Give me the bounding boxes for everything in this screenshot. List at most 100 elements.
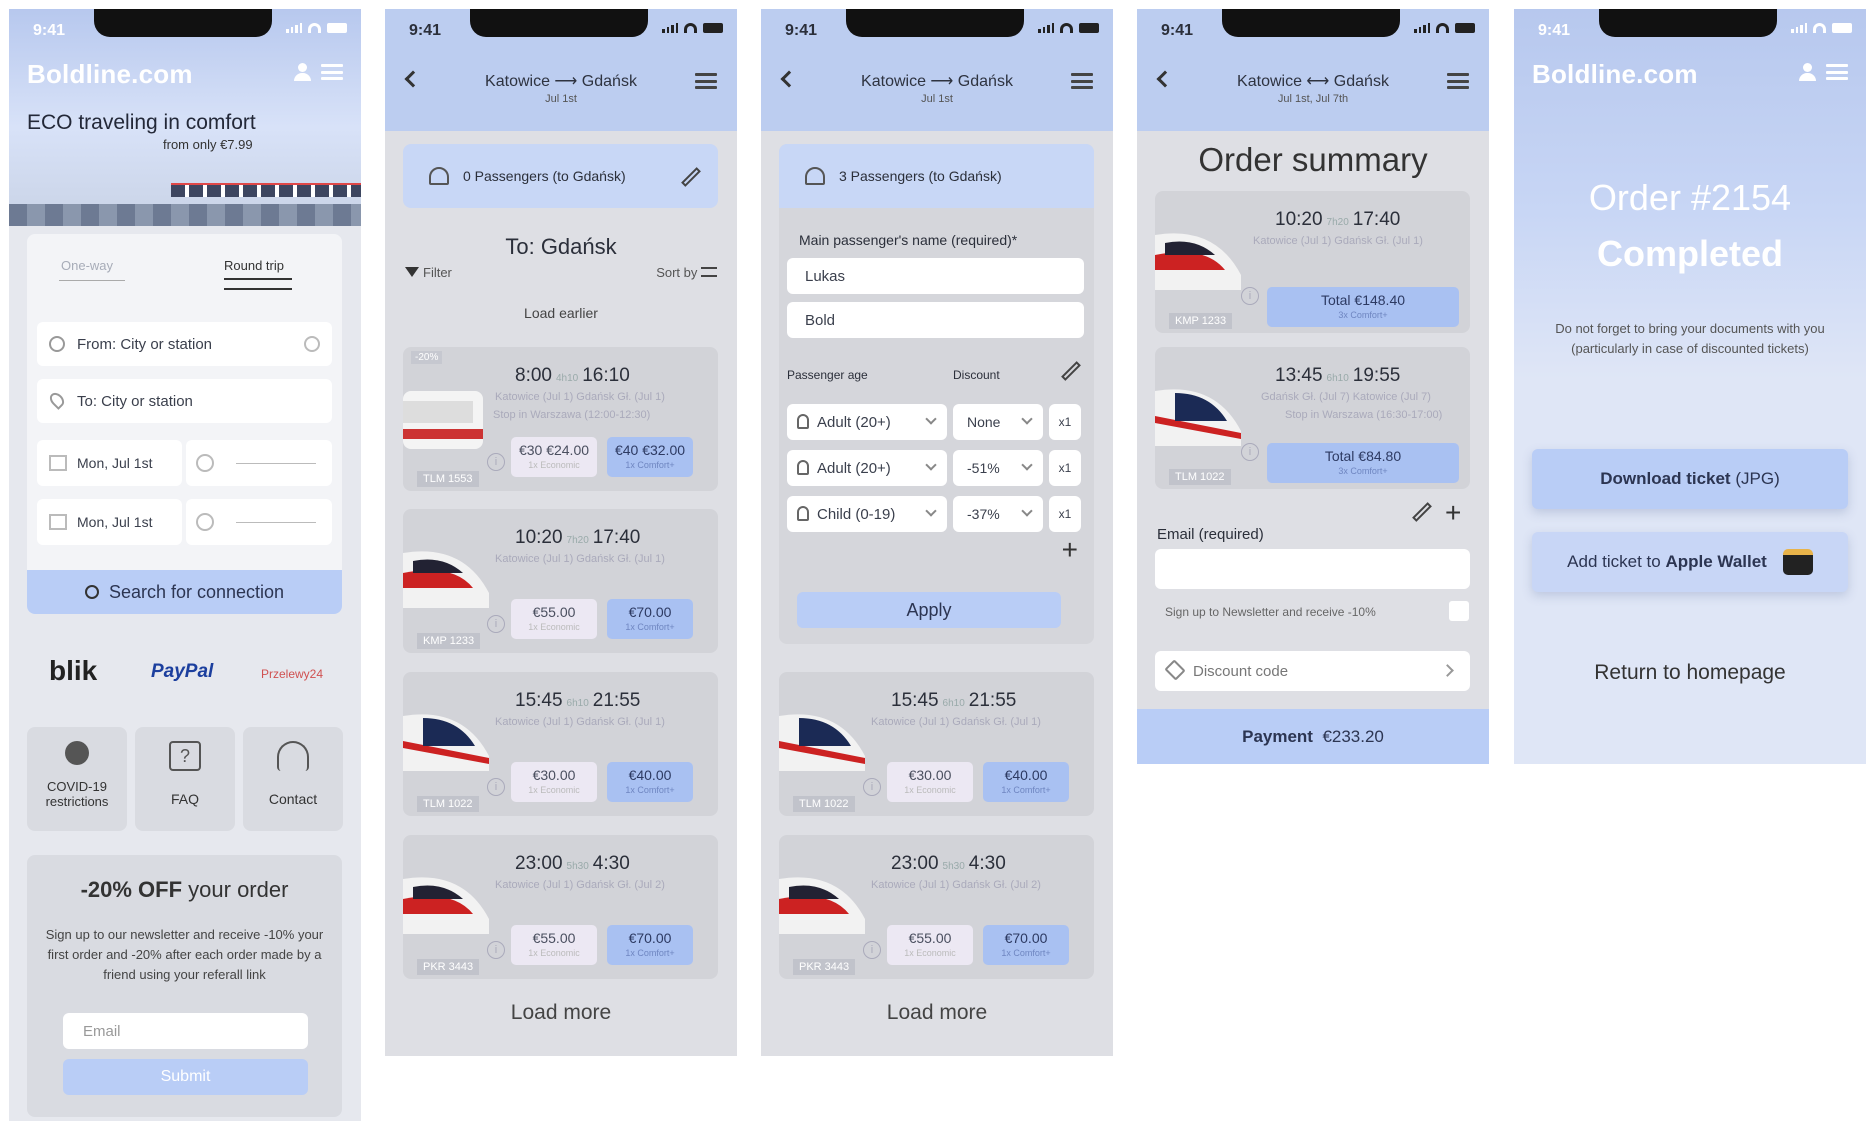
ticket-times: 10:20 7h20 17:40 bbox=[1275, 209, 1400, 231]
from-field[interactable]: From: City or station bbox=[37, 322, 332, 366]
account-icon[interactable] bbox=[294, 63, 311, 81]
quantity-value: x1 bbox=[1058, 461, 1072, 475]
locate-icon[interactable] bbox=[304, 336, 320, 352]
discount-select[interactable]: None bbox=[953, 404, 1043, 440]
train-card[interactable]: 15:45 6h10 21:55 Katowice (Jul 1) Gdańsk Gł… bbox=[779, 672, 1094, 816]
to-field[interactable]: To: City or station bbox=[37, 379, 332, 423]
covid-tile[interactable]: COVID-19 restrictions bbox=[27, 727, 127, 831]
comfort-fare-button[interactable]: €40 €32.00 1x Comfort+ bbox=[607, 437, 693, 477]
info-icon[interactable]: i bbox=[863, 778, 881, 796]
train-card[interactable]: -20% 8:00 4h10 16:10 Katowice (Jul 1) Gdańsk… bbox=[403, 347, 718, 491]
quantity-field[interactable]: x1 bbox=[1049, 404, 1081, 440]
comfort-fare-button[interactable]: €70.00 1x Comfort+ bbox=[607, 925, 693, 965]
first-name-input[interactable]: Lukas bbox=[787, 258, 1084, 294]
pencil-icon[interactable] bbox=[1061, 361, 1081, 381]
outbound-ticket[interactable]: 10:20 7h20 17:40 Katowice (Jul 1) Gdańsk G… bbox=[1155, 191, 1470, 333]
load-more-button[interactable]: Load more bbox=[761, 1001, 1113, 1025]
time-placeholder-line bbox=[236, 522, 316, 523]
train-card[interactable]: 15:45 6h10 21:55 Katowice (Jul 1) Gdańsk Gł… bbox=[403, 672, 718, 816]
departure-time: 13:45 bbox=[1275, 365, 1323, 386]
info-icon[interactable]: i bbox=[487, 615, 505, 633]
economic-fare-button[interactable]: €30.00 1x Economic bbox=[887, 762, 973, 802]
status-time: 9:41 bbox=[785, 22, 818, 39]
one-way-tab[interactable]: One-way bbox=[61, 258, 113, 273]
date-field-2[interactable]: Mon, Jul 1st bbox=[37, 499, 182, 545]
search-button[interactable]: Search for connection bbox=[27, 570, 342, 614]
account-icon[interactable] bbox=[1799, 63, 1816, 81]
logo[interactable]: Boldline.com bbox=[1532, 59, 1698, 90]
sort-button[interactable]: Sort by bbox=[656, 265, 717, 280]
comfort-price: €40 €32.00 bbox=[614, 442, 686, 458]
date-field-1[interactable]: Mon, Jul 1st bbox=[37, 440, 182, 486]
people-icon bbox=[429, 167, 449, 185]
economic-fare-button[interactable]: €30 €24.00 1x Economic bbox=[511, 437, 597, 477]
train-card[interactable]: 23:00 5h30 4:30 Katowice (Jul 1) Gdańsk Gł.… bbox=[779, 835, 1094, 979]
menu-icon[interactable] bbox=[321, 64, 343, 80]
payment-button[interactable]: Payment €233.20 bbox=[1137, 709, 1489, 764]
comfort-fare-button[interactable]: €70.00 1x Comfort+ bbox=[607, 599, 693, 639]
download-ticket-button[interactable]: Download ticket (JPG) bbox=[1532, 449, 1848, 509]
time-field-2[interactable] bbox=[186, 499, 332, 545]
train-card[interactable]: 23:00 5h30 4:30 Katowice (Jul 1) Gdańsk Gł.… bbox=[403, 835, 718, 979]
info-icon[interactable]: i bbox=[487, 778, 505, 796]
economic-fare-button[interactable]: €55.00 1x Economic bbox=[887, 925, 973, 965]
add-icon[interactable]: + bbox=[1445, 497, 1461, 529]
menu-icon[interactable] bbox=[695, 73, 717, 89]
menu-icon[interactable] bbox=[1447, 73, 1469, 89]
contact-tile[interactable]: Contact bbox=[243, 727, 343, 831]
round-trip-tab[interactable]: Round trip bbox=[224, 258, 284, 273]
arrival-time: 19:55 bbox=[1352, 365, 1401, 386]
info-icon[interactable]: i bbox=[487, 941, 505, 959]
age-select[interactable]: Child (0-19) bbox=[787, 496, 947, 532]
economic-fare-button[interactable]: €55.00 1x Economic bbox=[511, 599, 597, 639]
pencil-icon[interactable] bbox=[681, 167, 701, 187]
departure-time: 8:00 bbox=[515, 365, 552, 386]
menu-icon[interactable] bbox=[1071, 73, 1093, 89]
logo[interactable]: Boldline.com bbox=[27, 59, 193, 90]
comfort-fare-button[interactable]: €70.00 1x Comfort+ bbox=[983, 925, 1069, 965]
signal-icon bbox=[662, 23, 678, 33]
age-value: Adult (20+) bbox=[817, 459, 891, 477]
return-ticket[interactable]: 13:45 6h10 19:55 Gdańsk Gł. (Jul 7) Katowi… bbox=[1155, 347, 1470, 489]
apply-button[interactable]: Apply bbox=[797, 592, 1061, 628]
email-field[interactable]: Email bbox=[63, 1013, 308, 1049]
age-select[interactable]: Adult (20+) bbox=[787, 450, 947, 486]
info-icon[interactable]: i bbox=[1241, 287, 1259, 305]
train-times: 23:00 5h30 4:30 bbox=[515, 853, 630, 875]
load-earlier-button[interactable]: Load earlier bbox=[385, 305, 737, 321]
age-select[interactable]: Adult (20+) bbox=[787, 404, 947, 440]
submit-button[interactable]: Submit bbox=[63, 1059, 308, 1095]
newsletter-checkbox[interactable] bbox=[1449, 601, 1469, 621]
discount-select[interactable]: -51% bbox=[953, 450, 1043, 486]
comfort-fare-button[interactable]: €40.00 1x Comfort+ bbox=[607, 762, 693, 802]
time-field-1[interactable] bbox=[186, 440, 332, 486]
train-card[interactable]: 10:20 7h20 17:40 Katowice (Jul 1) Gdańsk Gł… bbox=[403, 509, 718, 653]
info-icon[interactable]: i bbox=[863, 941, 881, 959]
info-icon[interactable]: i bbox=[487, 453, 505, 471]
passengers-button[interactable]: 0 Passengers (to Gdańsk) bbox=[403, 144, 718, 208]
filter-button[interactable]: Filter bbox=[405, 265, 452, 280]
last-name-input[interactable]: Bold bbox=[787, 302, 1084, 338]
status-bar: 9:41 bbox=[9, 9, 361, 49]
apple-wallet-button[interactable]: Add ticket to Apple Wallet bbox=[1532, 532, 1848, 592]
add-passenger-icon[interactable]: + bbox=[1062, 534, 1078, 566]
load-more-button[interactable]: Load more bbox=[385, 1001, 737, 1025]
info-icon[interactable]: i bbox=[1241, 443, 1259, 461]
duration: 7h20 bbox=[1326, 217, 1349, 228]
passengers-header[interactable]: 3 Passengers (to Gdańsk) bbox=[779, 144, 1094, 208]
return-home-link[interactable]: Return to homepage bbox=[1514, 661, 1866, 685]
email-input[interactable] bbox=[1155, 549, 1470, 589]
discount-code-field[interactable]: Discount code bbox=[1155, 651, 1470, 691]
covid-tile-label: COVID-19 restrictions bbox=[45, 779, 109, 809]
passengers-label: 0 Passengers (to Gdańsk) bbox=[463, 168, 626, 184]
faq-tile[interactable]: ? FAQ bbox=[135, 727, 235, 831]
quantity-field[interactable]: x1 bbox=[1049, 496, 1081, 532]
comfort-fare-button[interactable]: €40.00 1x Comfort+ bbox=[983, 762, 1069, 802]
menu-icon[interactable] bbox=[1826, 64, 1848, 80]
economic-fare-button[interactable]: €30.00 1x Economic bbox=[511, 762, 597, 802]
quantity-field[interactable]: x1 bbox=[1049, 450, 1081, 486]
discount-select[interactable]: -37% bbox=[953, 496, 1043, 532]
economic-fare-button[interactable]: €55.00 1x Economic bbox=[511, 925, 597, 965]
train-image bbox=[403, 551, 489, 608]
pencil-icon[interactable] bbox=[1412, 502, 1432, 522]
